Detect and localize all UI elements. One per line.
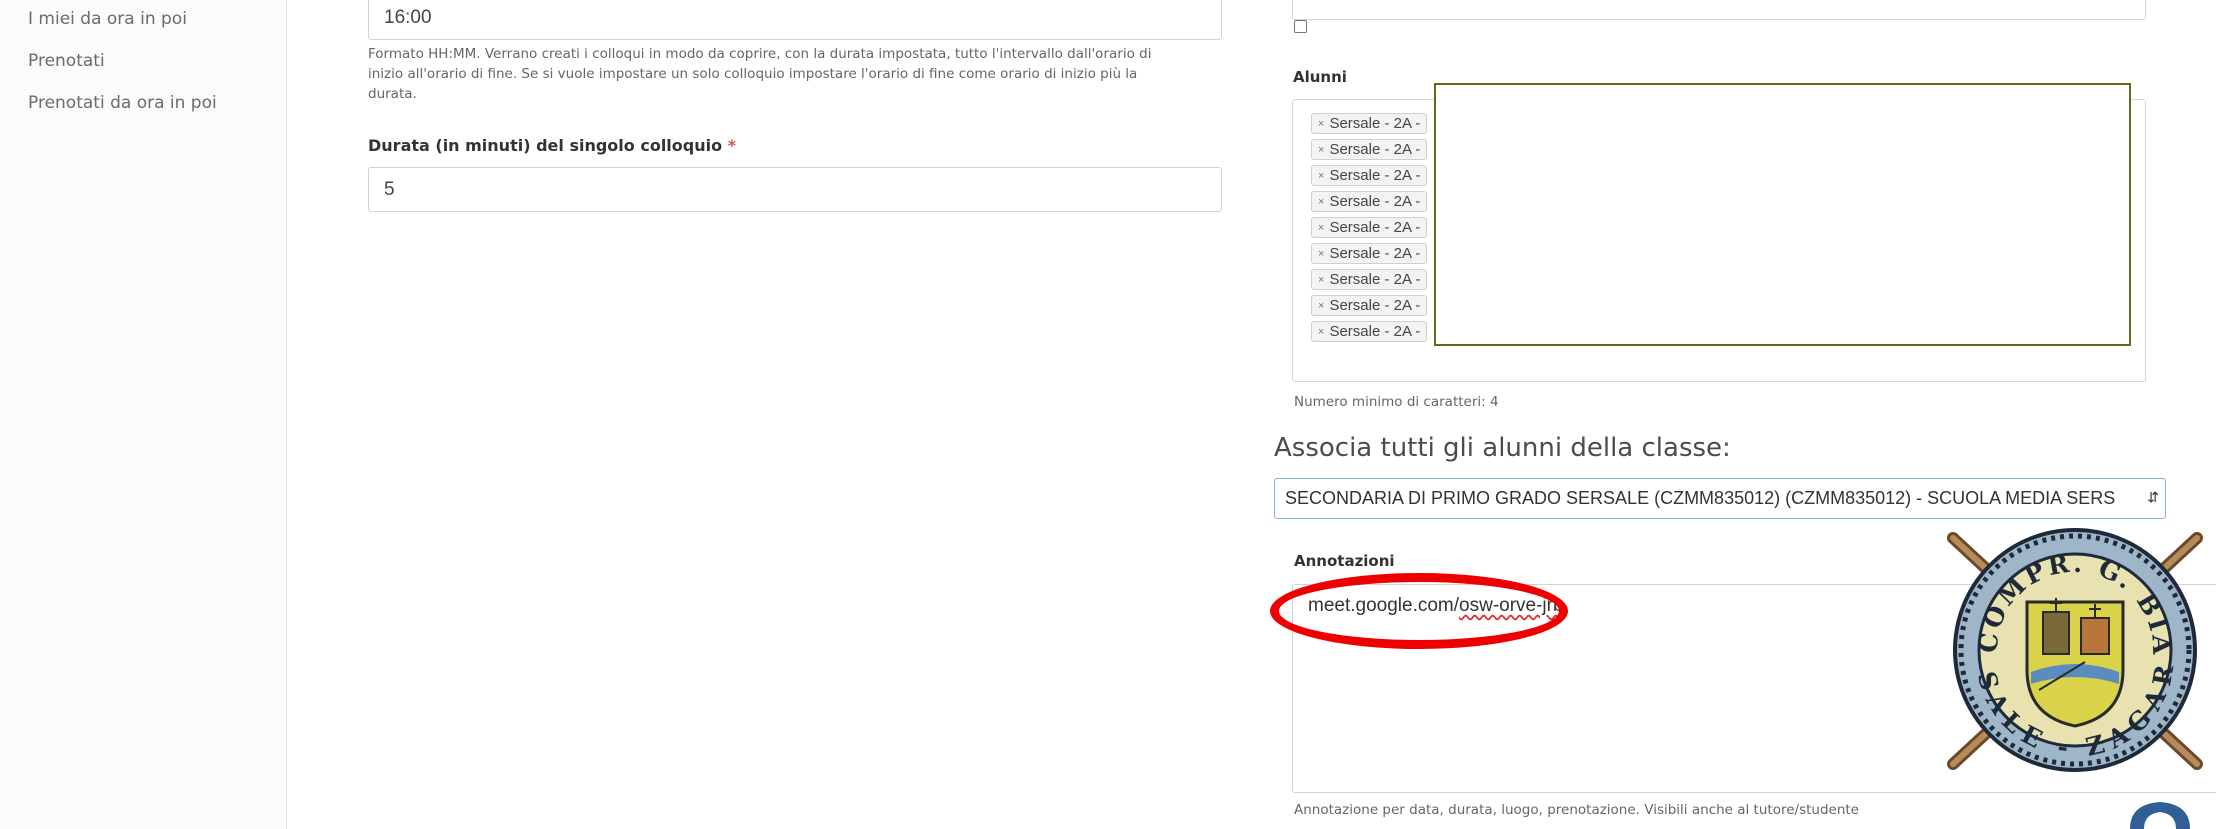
student-tag: × Sersale - 2A -: [1311, 243, 1428, 264]
student-tag: × Sersale - 2A -: [1311, 165, 1428, 186]
remove-tag-icon[interactable]: ×: [1318, 222, 1324, 234]
students-help: Numero minimo di caratteri: 4: [1294, 394, 1499, 410]
duration-label: Durata (in minuti) del singolo colloquio…: [368, 136, 736, 155]
school-logo: IST. COMPR. G. BIANCO SERSALE - ZAGARISE: [1935, 520, 2203, 772]
highlight-ellipse: [1270, 573, 1568, 649]
sidebar: I miei da ora in poi Prenotati Prenotati…: [0, 0, 287, 829]
student-tag: × Sersale - 2A -: [1311, 269, 1428, 290]
class-select[interactable]: SECONDARIA DI PRIMO GRADO SERSALE (CZMM8…: [1274, 478, 2166, 519]
previous-field[interactable]: [1292, 0, 2146, 20]
student-tag: × Sersale - 2A -: [1311, 295, 1428, 316]
associate-class-title: Associa tutti gli alunni della classe:: [1274, 433, 1731, 463]
student-tag: × Sersale - 2A -: [1311, 139, 1428, 160]
duration-label-text: Durata (in minuti) del singolo colloquio: [368, 136, 723, 155]
required-mark: *: [727, 136, 737, 155]
student-tag-label: Sersale - 2A -: [1329, 245, 1421, 262]
student-tag: × Sersale - 2A -: [1311, 191, 1428, 212]
remove-tag-icon[interactable]: ×: [1318, 248, 1324, 260]
end-time-help-line: Formato HH:MM. Verrano creati i colloqui…: [368, 46, 1152, 62]
student-tag: × Sersale - 2A -: [1311, 321, 1428, 342]
remove-tag-icon[interactable]: ×: [1318, 326, 1324, 338]
student-tag-label: Sersale - 2A -: [1329, 193, 1421, 210]
end-time-field[interactable]: 16:00: [368, 0, 1222, 40]
student-tag-label: Sersale - 2A -: [1329, 271, 1421, 288]
remove-tag-icon[interactable]: ×: [1318, 144, 1324, 156]
annotations-help: Annotazione per data, durata, luogo, pre…: [1294, 802, 1859, 818]
student-tag-label: Sersale - 2A -: [1329, 115, 1421, 132]
end-time-value: 16:00: [384, 7, 432, 28]
duration-field[interactable]: 5: [368, 167, 1222, 212]
remove-tag-icon[interactable]: ×: [1318, 170, 1324, 182]
corner-emblem-icon: [2130, 802, 2190, 829]
student-tag: × Sersale - 2A -: [1311, 217, 1428, 238]
redaction-box: [1434, 83, 2131, 346]
select-arrows-icon: ⇵: [2145, 489, 2159, 506]
option-checkbox[interactable]: [1294, 20, 1307, 33]
end-time-help: Formato HH:MM. Verrano creati i colloqui…: [368, 44, 1151, 104]
student-tag-label: Sersale - 2A -: [1329, 141, 1421, 158]
student-tag-label: Sersale - 2A -: [1329, 297, 1421, 314]
sidebar-item-booked[interactable]: Prenotati: [28, 51, 105, 71]
end-time-help-line: inizio all'orario di fine. Se si vuole i…: [368, 66, 1138, 82]
remove-tag-icon[interactable]: ×: [1318, 300, 1324, 312]
sidebar-item-my-upcoming[interactable]: I miei da ora in poi: [28, 9, 187, 29]
remove-tag-icon[interactable]: ×: [1318, 274, 1324, 286]
duration-value: 5: [384, 178, 395, 200]
student-tag-label: Sersale - 2A -: [1329, 219, 1421, 236]
sidebar-item-booked-upcoming[interactable]: Prenotati da ora in poi: [28, 93, 217, 113]
students-label: Alunni: [1293, 68, 1347, 86]
class-select-value: SECONDARIA DI PRIMO GRADO SERSALE (CZMM8…: [1285, 488, 2116, 508]
student-tag-label: Sersale - 2A -: [1329, 167, 1421, 184]
student-tag-label: Sersale - 2A -: [1329, 323, 1421, 340]
student-tag: × Sersale - 2A -: [1311, 113, 1428, 134]
remove-tag-icon[interactable]: ×: [1318, 118, 1324, 130]
remove-tag-icon[interactable]: ×: [1318, 196, 1324, 208]
end-time-help-line: durata.: [368, 86, 417, 102]
annotations-label: Annotazioni: [1294, 552, 1395, 570]
